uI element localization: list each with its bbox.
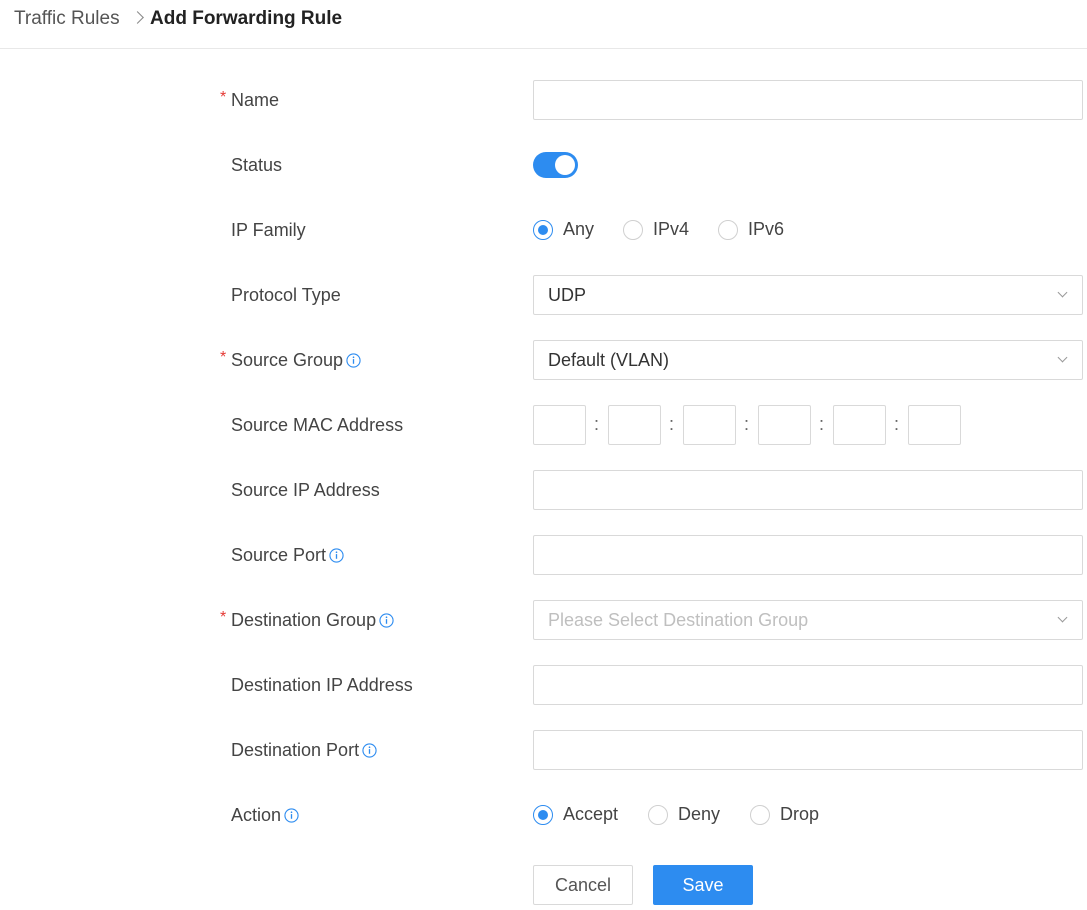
info-circle-icon[interactable] [362, 743, 377, 758]
destination-group-label-text: Destination Group [231, 610, 377, 630]
source-group-label: Source Group [231, 350, 361, 371]
breadcrumb-parent-link[interactable]: Traffic Rules [14, 8, 120, 30]
status-label: Status [231, 155, 283, 175]
radio-checked-icon [533, 219, 553, 240]
info-circle-icon[interactable] [379, 613, 394, 628]
ip-family-option-any[interactable]: Any [533, 219, 594, 240]
mac-octet-6-input[interactable] [908, 405, 961, 445]
mac-octet-3-input[interactable] [683, 405, 736, 445]
required-mark: * [220, 89, 227, 106]
info-circle-icon[interactable] [346, 353, 361, 368]
mac-separator: : [594, 414, 600, 434]
destination-port-label: Destination Port [231, 740, 377, 761]
radio-label: IPv4 [653, 219, 690, 239]
action-option-deny[interactable]: Deny [648, 804, 720, 825]
cancel-button[interactable]: Cancel [533, 865, 633, 905]
ip-family-option-ipv4[interactable]: IPv4 [623, 219, 689, 240]
required-mark: * [220, 349, 227, 366]
destination-group-select[interactable]: Please Select Destination Group [533, 600, 1083, 640]
ip-family-option-ipv6[interactable]: IPv6 [718, 219, 784, 240]
radio-unchecked-icon [718, 219, 738, 240]
mac-separator: : [744, 414, 750, 434]
mac-separator: : [819, 414, 825, 434]
radio-label: Deny [678, 804, 721, 824]
destination-ip-input[interactable] [533, 665, 1083, 705]
action-option-drop[interactable]: Drop [750, 804, 819, 825]
source-group-select[interactable]: Default (VLAN) [533, 340, 1083, 380]
chevron-down-icon [1057, 612, 1068, 623]
protocol-type-label: Protocol Type [231, 285, 341, 305]
destination-port-label-text: Destination Port [231, 740, 360, 760]
destination-group-label: Destination Group [231, 610, 394, 631]
required-mark: * [220, 609, 227, 626]
radio-checked-icon [533, 804, 553, 825]
toggle-knob [555, 155, 575, 175]
chevron-down-icon [1057, 287, 1068, 298]
action-option-accept[interactable]: Accept [533, 804, 618, 825]
page-title: Add Forwarding Rule [150, 8, 343, 29]
page-header: Traffic Rules Add Forwarding Rule [0, 0, 1087, 49]
radio-unchecked-icon [623, 219, 643, 240]
chevron-down-icon [1057, 352, 1068, 363]
select-value: UDP [548, 285, 587, 305]
source-group-label-text: Source Group [231, 350, 344, 370]
action-label-text: Action [231, 805, 282, 825]
radio-label: Drop [780, 804, 820, 824]
info-circle-icon[interactable] [284, 808, 299, 823]
source-port-label-text: Source Port [231, 545, 327, 565]
radio-unchecked-icon [648, 804, 668, 825]
mac-octet-4-input[interactable] [758, 405, 811, 445]
mac-octet-5-input[interactable] [833, 405, 886, 445]
info-circle-icon[interactable] [329, 548, 344, 563]
select-value: Default (VLAN) [548, 350, 670, 370]
source-ip-input[interactable] [533, 470, 1083, 510]
source-port-label: Source Port [231, 545, 344, 566]
chevron-right-icon [131, 11, 144, 24]
mac-octet-2-input[interactable] [608, 405, 661, 445]
mac-separator: : [669, 414, 675, 434]
action-label: Action [231, 805, 299, 826]
source-ip-label: Source IP Address [231, 480, 380, 500]
mac-separator: : [894, 414, 900, 434]
status-toggle[interactable] [533, 152, 578, 178]
ip-family-label: IP Family [231, 220, 306, 240]
source-mac-label: Source MAC Address [231, 415, 404, 435]
select-placeholder: Please Select Destination Group [548, 610, 809, 630]
mac-octet-1-input[interactable] [533, 405, 586, 445]
radio-label: IPv6 [748, 219, 785, 239]
radio-label: Accept [563, 804, 619, 824]
radio-label: Any [563, 219, 595, 239]
name-input[interactable] [533, 80, 1083, 120]
protocol-type-select[interactable]: UDP [533, 275, 1083, 315]
destination-port-input[interactable] [533, 730, 1083, 770]
source-port-input[interactable] [533, 535, 1083, 575]
save-button[interactable]: Save [653, 865, 753, 905]
name-label: Name [231, 90, 280, 110]
radio-unchecked-icon [750, 804, 770, 825]
destination-ip-label: Destination IP Address [231, 675, 413, 695]
